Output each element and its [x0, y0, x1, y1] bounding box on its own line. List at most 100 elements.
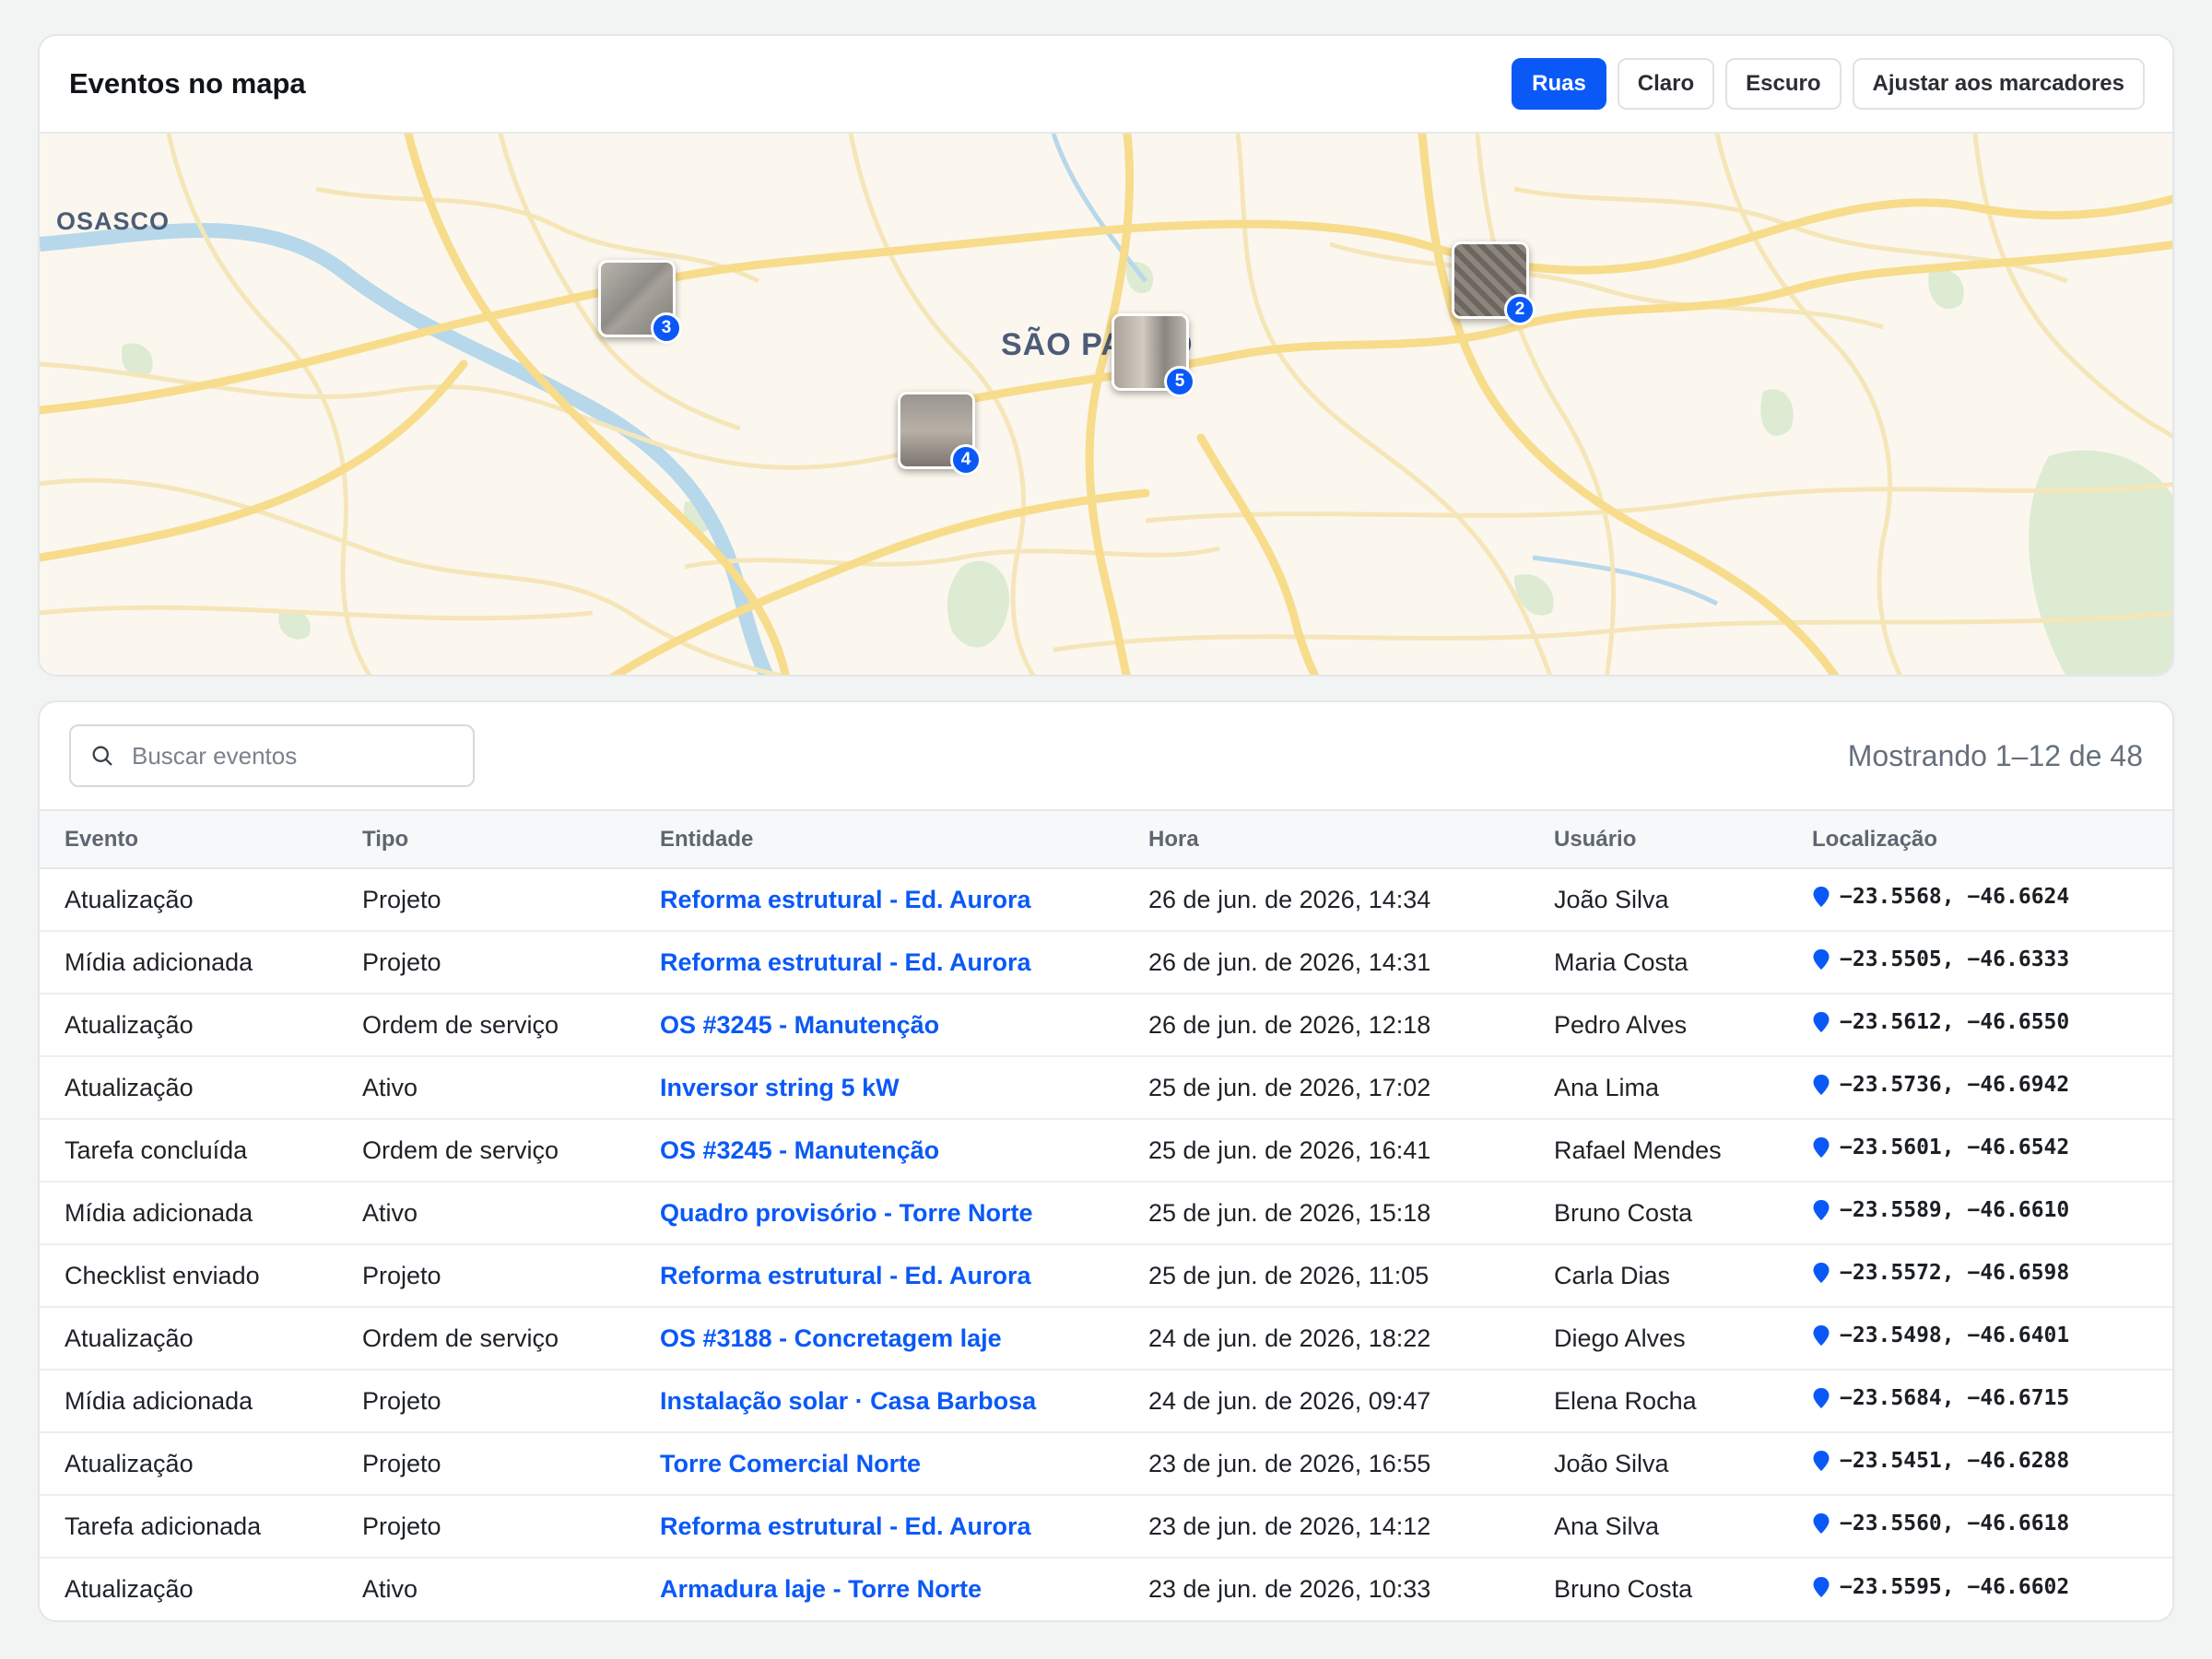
search-input[interactable] — [132, 741, 454, 771]
column-header-tipo[interactable]: Tipo — [337, 811, 635, 868]
coordinates[interactable]: −23.5589, −46.6610 — [1812, 1198, 2069, 1222]
column-header-entidade[interactable]: Entidade — [635, 811, 1124, 868]
cell-hora: 25 de jun. de 2026, 15:18 — [1148, 1198, 1431, 1227]
table-row[interactable]: Atualização Projeto Reforma estrutural - E… — [40, 868, 2172, 931]
location-pin-icon — [1813, 1263, 1830, 1283]
coordinates[interactable]: −23.5505, −46.6333 — [1812, 947, 2069, 971]
location-pin-icon — [1813, 1513, 1830, 1534]
table-row[interactable]: Atualização Ativo Inversor string 5 kW 25 d… — [40, 1056, 2172, 1119]
coordinates-text: −23.5560, −46.6618 — [1840, 1512, 2070, 1535]
coordinates-text: −23.5612, −46.6550 — [1840, 1010, 2070, 1034]
style-light-button[interactable]: Claro — [1617, 58, 1715, 110]
column-header-usuario[interactable]: Usuário — [1529, 811, 1787, 868]
coordinates[interactable]: −23.5736, −46.6942 — [1812, 1073, 2069, 1097]
coordinates[interactable]: −23.5595, −46.6602 — [1812, 1575, 2069, 1599]
cell-hora: 24 de jun. de 2026, 09:47 — [1148, 1386, 1431, 1415]
table-row[interactable]: Mídia adicionada Projeto Instalação solar … — [40, 1370, 2172, 1432]
table-row[interactable]: Atualização Projeto Torre Comercial Norte 2… — [40, 1432, 2172, 1495]
cell-localizacao: −23.5505, −46.6333 — [1787, 931, 2172, 994]
entity-link[interactable]: Armadura laje - Torre Norte — [660, 1575, 982, 1603]
cell-evento: Mídia adicionada — [65, 1386, 253, 1415]
entity-link[interactable]: Torre Comercial Norte — [660, 1450, 921, 1477]
style-dark-button[interactable]: Escuro — [1725, 58, 1841, 110]
table-row[interactable]: Tarefa concluída Ordem de serviço OS #3245… — [40, 1119, 2172, 1182]
cell-entidade: OS #3245 - Manutenção — [635, 1119, 1124, 1182]
table-row[interactable]: Checklist enviado Projeto Reforma estrutur… — [40, 1244, 2172, 1307]
coordinates-text: −23.5595, −46.6602 — [1840, 1574, 2070, 1599]
cell-localizacao: −23.5601, −46.6542 — [1787, 1119, 2172, 1182]
cell-tipo: Ativo — [362, 1575, 418, 1603]
coordinates[interactable]: −23.5568, −46.6624 — [1812, 885, 2069, 909]
coordinates[interactable]: −23.5572, −46.6598 — [1812, 1261, 2069, 1285]
map-card: Eventos no mapa Ruas Claro Escuro Ajusta… — [38, 34, 2174, 677]
table-row[interactable]: Atualização Ativo Armadura laje - Torre No… — [40, 1558, 2172, 1620]
location-pin-icon — [1813, 1451, 1830, 1471]
cell-tipo: Ativo — [362, 1198, 418, 1227]
column-header-hora[interactable]: Hora — [1124, 811, 1529, 868]
cell-entidade: Quadro provisório - Torre Norte — [635, 1182, 1124, 1244]
table-row[interactable]: Tarefa adicionada Projeto Reforma estrutur… — [40, 1495, 2172, 1558]
cell-evento: Tarefa adicionada — [65, 1512, 262, 1540]
cell-usuario: Bruno Costa — [1554, 1575, 1693, 1603]
map-canvas[interactable]: OSASCO SÃO PAULO 3 4 5 2 — [40, 134, 2172, 675]
events-table-card: Mostrando 1–12 de 48 Evento Tipo Entidad… — [38, 700, 2174, 1622]
cell-tipo: Ativo — [362, 1073, 418, 1101]
cell-usuario: Diego Alves — [1554, 1324, 1686, 1352]
entity-link[interactable]: Instalação solar · Casa Barbosa — [660, 1387, 1036, 1415]
marker-count-badge: 2 — [1504, 294, 1535, 325]
map-title: Eventos no mapa — [69, 67, 306, 100]
map-marker[interactable]: 4 — [898, 392, 982, 476]
cell-hora: 26 de jun. de 2026, 14:34 — [1148, 885, 1431, 913]
column-header-evento[interactable]: Evento — [40, 811, 337, 868]
fit-markers-button[interactable]: Ajustar aos marcadores — [1852, 58, 2145, 110]
coordinates[interactable]: −23.5451, −46.6288 — [1812, 1449, 2069, 1473]
coordinates[interactable]: −23.5684, −46.6715 — [1812, 1386, 2069, 1410]
coordinates-text: −23.5568, −46.6624 — [1840, 885, 2070, 909]
cell-usuario: Bruno Costa — [1554, 1198, 1693, 1227]
cell-localizacao: −23.5451, −46.6288 — [1787, 1432, 2172, 1495]
cell-evento: Mídia adicionada — [65, 947, 253, 976]
coordinates[interactable]: −23.5498, −46.6401 — [1812, 1324, 2069, 1347]
map-marker[interactable]: 3 — [598, 260, 682, 344]
entity-link[interactable]: OS #3188 - Concretagem laje — [660, 1324, 1002, 1352]
cell-entidade: Reforma estrutural - Ed. Aurora — [635, 868, 1124, 931]
cell-entidade: OS #3245 - Manutenção — [635, 994, 1124, 1056]
cell-entidade: Reforma estrutural - Ed. Aurora — [635, 1495, 1124, 1558]
coordinates[interactable]: −23.5560, −46.6618 — [1812, 1512, 2069, 1535]
cell-hora: 25 de jun. de 2026, 17:02 — [1148, 1073, 1431, 1101]
entity-link[interactable]: Reforma estrutural - Ed. Aurora — [660, 886, 1031, 913]
search-box[interactable] — [69, 724, 475, 787]
cell-usuario: Ana Silva — [1554, 1512, 1660, 1540]
cell-evento: Atualização — [65, 885, 194, 913]
table-row[interactable]: Atualização Ordem de serviço OS #3245 - Ma… — [40, 994, 2172, 1056]
entity-link[interactable]: Reforma estrutural - Ed. Aurora — [660, 1512, 1031, 1540]
map-marker[interactable]: 2 — [1452, 241, 1535, 325]
table-row[interactable]: Mídia adicionada Projeto Reforma estrutura… — [40, 931, 2172, 994]
entity-link[interactable]: OS #3245 - Manutenção — [660, 1136, 939, 1164]
cell-localizacao: −23.5568, −46.6624 — [1787, 868, 2172, 931]
cell-evento: Atualização — [65, 1010, 194, 1039]
style-streets-button[interactable]: Ruas — [1512, 58, 1606, 110]
entity-link[interactable]: Reforma estrutural - Ed. Aurora — [660, 948, 1031, 976]
cell-tipo: Ordem de serviço — [362, 1324, 559, 1352]
cell-tipo: Projeto — [362, 1449, 441, 1477]
cell-hora: 26 de jun. de 2026, 14:31 — [1148, 947, 1431, 976]
cell-localizacao: −23.5684, −46.6715 — [1787, 1370, 2172, 1432]
entity-link[interactable]: Reforma estrutural - Ed. Aurora — [660, 1262, 1031, 1289]
column-header-localizacao[interactable]: Localização — [1787, 811, 2172, 868]
coordinates[interactable]: −23.5612, −46.6550 — [1812, 1010, 2069, 1034]
map-label-osasco: OSASCO — [56, 207, 171, 235]
entity-link[interactable]: OS #3245 - Manutenção — [660, 1011, 939, 1039]
table-row[interactable]: Mídia adicionada Ativo Quadro provisório -… — [40, 1182, 2172, 1244]
entity-link[interactable]: Inversor string 5 kW — [660, 1074, 900, 1101]
coordinates[interactable]: −23.5601, −46.6542 — [1812, 1135, 2069, 1159]
marker-count-badge: 3 — [651, 312, 682, 344]
cell-hora: 23 de jun. de 2026, 16:55 — [1148, 1449, 1431, 1477]
cell-localizacao: −23.5612, −46.6550 — [1787, 994, 2172, 1056]
location-pin-icon — [1813, 1012, 1830, 1032]
table-row[interactable]: Atualização Ordem de serviço OS #3188 - Co… — [40, 1307, 2172, 1370]
cell-usuario: João Silva — [1554, 1449, 1669, 1477]
map-marker[interactable]: 5 — [1112, 313, 1195, 397]
entity-link[interactable]: Quadro provisório - Torre Norte — [660, 1199, 1033, 1227]
cell-tipo: Projeto — [362, 1512, 441, 1540]
